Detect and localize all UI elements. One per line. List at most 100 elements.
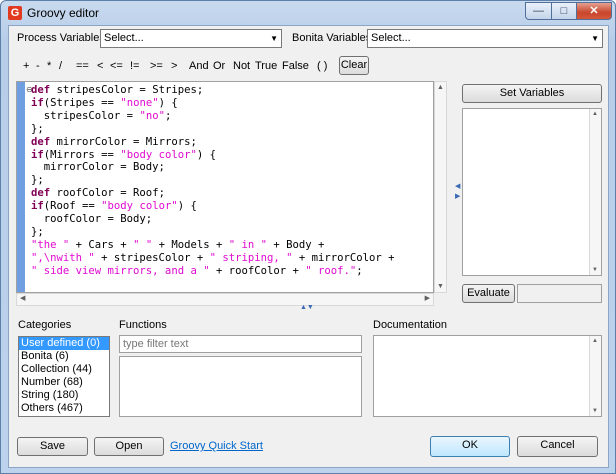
scroll-up-icon[interactable]: ▲ (592, 338, 598, 344)
category-item[interactable]: String (180) (19, 389, 109, 402)
variables-panel-scrollbar[interactable]: ▲ ▼ (589, 109, 601, 275)
operator-not-equal[interactable]: != (130, 60, 139, 72)
set-variables-button[interactable]: Set Variables (462, 84, 602, 103)
code-line[interactable]: if(Stripes == "none") { (31, 97, 395, 110)
operator-less-than[interactable]: < (97, 60, 103, 72)
maximize-button[interactable]: □ (551, 2, 577, 20)
code-editor[interactable]: ⊖ def stripesColor = Stripes; if(Stripes … (16, 81, 434, 293)
code-keyword: if (31, 200, 44, 213)
functions-label: Functions (119, 319, 167, 331)
function-filter-input[interactable]: type filter text (119, 335, 362, 353)
code-keyword: def (31, 187, 51, 200)
groovy-icon: G (8, 6, 22, 20)
editor-vertical-scrollbar[interactable]: ▲ ▼ (434, 81, 447, 293)
code-line[interactable]: if(Mirrors == "body color") { (31, 149, 395, 162)
code-line[interactable]: "the " + Cars + " " + Models + " in " + … (31, 239, 395, 252)
documentation-scrollbar[interactable]: ▲ ▼ (589, 336, 601, 416)
operator-plus[interactable]: + (23, 60, 29, 72)
code-line[interactable]: roofColor = Body; (31, 213, 395, 226)
code-line[interactable]: def stripesColor = Stripes; (31, 84, 395, 97)
groovy-quick-start-link[interactable]: Groovy Quick Start (170, 440, 263, 452)
editor-gutter (17, 82, 25, 292)
operator-divide[interactable]: / (59, 60, 62, 72)
scroll-right-icon[interactable]: ▶ (425, 294, 430, 302)
documentation-panel: ▲ ▼ (373, 335, 602, 417)
minimize-button[interactable]: — (525, 2, 552, 20)
dialog-client-area: Process Variables Select... ▼ Bonita Var… (8, 25, 609, 468)
operator-multiply[interactable]: * (47, 60, 51, 72)
operator-less-equal[interactable]: <= (110, 60, 123, 72)
code-token: (Stripes == (43, 96, 121, 109)
operator-greater-equal[interactable]: >= (150, 60, 163, 72)
expand-right-icon[interactable]: ▶ (455, 192, 460, 200)
code-line[interactable]: def mirrorColor = Mirrors; (31, 136, 395, 149)
code-keyword: if (31, 148, 44, 161)
scroll-down-icon[interactable]: ▼ (437, 283, 444, 290)
code-string: " striping, " (209, 251, 293, 264)
code-token: }; (31, 122, 44, 135)
functions-list[interactable] (119, 356, 362, 417)
code-line[interactable]: }; (31, 123, 395, 136)
code-line[interactable]: ",\nwith " + stripesColor + " striping, … (31, 252, 395, 265)
collapse-down-icon[interactable]: ▲▼ (300, 304, 314, 311)
operator-or[interactable]: Or (213, 60, 225, 72)
operator-false[interactable]: False (282, 60, 309, 72)
evaluate-result-field (517, 284, 602, 303)
scroll-up-icon[interactable]: ▲ (592, 111, 598, 117)
operator-true[interactable]: True (255, 60, 277, 72)
category-item[interactable]: Others (467) (19, 402, 109, 415)
scroll-down-icon[interactable]: ▼ (592, 408, 598, 414)
editor-horizontal-scrollbar[interactable]: ◀ ▶ (16, 293, 434, 306)
code-string: " side view mirrors, and a " (31, 264, 210, 277)
code-string: " in " (228, 238, 268, 251)
close-button[interactable]: ✕ (576, 2, 612, 20)
code-line[interactable]: }; (31, 174, 395, 187)
operator-and[interactable]: And (189, 60, 209, 72)
code-line[interactable]: }; (31, 226, 395, 239)
collapse-left-icon[interactable]: ◀ (455, 182, 460, 190)
operator-equals[interactable]: == (76, 60, 89, 72)
scroll-left-icon[interactable]: ◀ (20, 294, 25, 302)
code-token: }; (31, 174, 44, 187)
code-line[interactable]: stripesColor = "no"; (31, 110, 395, 123)
code-token: stripesColor = (31, 109, 140, 122)
code-line[interactable]: mirrorColor = Body; (31, 161, 395, 174)
categories-list[interactable]: User defined (0) Bonita (6) Collection (… (18, 336, 110, 417)
code-token: }; (31, 225, 44, 238)
variables-panel: ▲ ▼ (462, 108, 602, 276)
category-item[interactable]: Bonita (6) (19, 350, 109, 363)
operator-not[interactable]: Not (233, 60, 250, 72)
evaluate-button[interactable]: Evaluate (462, 284, 515, 303)
code-text[interactable]: def stripesColor = Stripes; if(Stripes ==… (31, 84, 395, 278)
scroll-down-icon[interactable]: ▼ (592, 267, 598, 273)
title-bar[interactable]: G Groovy editor — □ ✕ (1, 1, 615, 25)
code-line[interactable]: " side view mirrors, and a " + roofColor… (31, 265, 395, 278)
category-item[interactable]: User defined (0) (19, 337, 109, 350)
scroll-up-icon[interactable]: ▲ (437, 84, 444, 91)
save-button[interactable]: Save (17, 437, 88, 456)
code-string: "none" (120, 96, 159, 109)
category-item[interactable]: Number (68) (19, 376, 109, 389)
code-string: "no" (139, 109, 165, 122)
chevron-down-icon: ▼ (591, 34, 599, 43)
cancel-button[interactable]: Cancel (517, 436, 598, 457)
code-token: roofColor = Roof; (50, 187, 165, 200)
categories-label: Categories (18, 319, 72, 331)
bonita-variables-select[interactable]: Select... ▼ (367, 29, 603, 48)
clear-button[interactable]: Clear (339, 56, 369, 75)
operator-minus[interactable]: - (36, 60, 40, 72)
open-button[interactable]: Open (94, 437, 164, 456)
bonita-variables-value: Select... (371, 32, 411, 44)
process-variables-select[interactable]: Select... ▼ (100, 29, 282, 48)
ok-button[interactable]: OK (430, 436, 510, 457)
operator-greater-than[interactable]: > (171, 60, 177, 72)
code-line[interactable]: if(Roof == "body color") { (31, 200, 395, 213)
category-item[interactable]: Collection (44) (19, 363, 109, 376)
code-token: mirrorColor = Body; (31, 161, 165, 174)
process-variables-value: Select... (104, 32, 144, 44)
code-string: " roof." (305, 264, 357, 277)
operator-parentheses[interactable]: ( ) (317, 60, 327, 72)
process-variables-label: Process Variables (17, 32, 105, 44)
code-line[interactable]: def roofColor = Roof; (31, 187, 395, 200)
code-token: + Models + (152, 238, 229, 251)
